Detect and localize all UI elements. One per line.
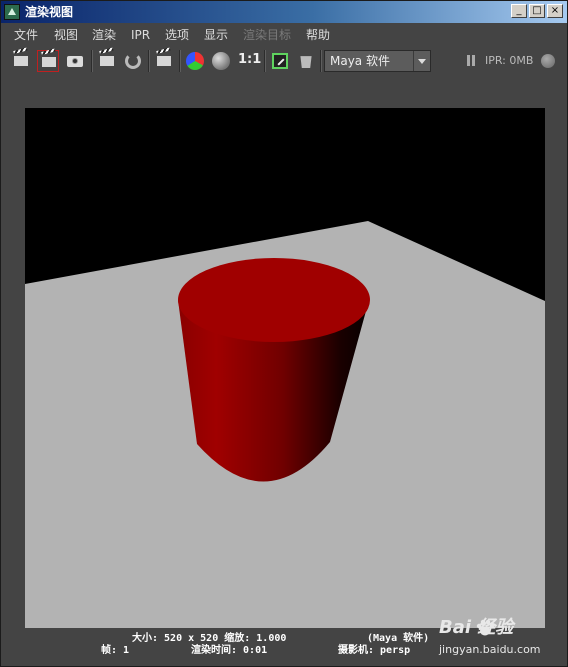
snapshot-camera-icon[interactable] xyxy=(64,50,86,72)
close-button[interactable]: × xyxy=(547,4,563,18)
toolbar: 1:1 Maya 软件 IPR: 0MB xyxy=(1,47,567,75)
toolbar-divider xyxy=(148,50,150,72)
title-bar[interactable]: 渲染视图 _ □ × xyxy=(1,1,567,23)
image-size-status: 大小: 520 x 520 缩放: 1.000 xyxy=(132,633,287,644)
toolbar-divider xyxy=(320,50,322,72)
window-controls: _ □ × xyxy=(511,4,563,18)
menu-render-target: 渲染目标 xyxy=(243,28,292,42)
renderer-dropdown[interactable]: Maya 软件 xyxy=(324,50,431,72)
renderer-dropdown-value: Maya 软件 xyxy=(330,54,390,68)
window-title: 渲染视图 xyxy=(25,5,74,19)
menu-options[interactable]: 选项 xyxy=(165,27,189,43)
toolbar-divider xyxy=(179,50,181,72)
paw-icon xyxy=(476,619,495,636)
alpha-channel-icon[interactable] xyxy=(210,50,232,72)
rgb-channels-icon[interactable] xyxy=(184,50,206,72)
render-view-window: 渲染视图 _ □ × 文件 视图 渲染 IPR 选项 显示 渲染目标 帮助 1:… xyxy=(0,0,568,667)
real-size-button[interactable]: 1:1 xyxy=(238,52,261,67)
menu-view[interactable]: 视图 xyxy=(54,27,78,43)
minimize-button[interactable]: _ xyxy=(511,4,527,18)
menu-render[interactable]: 渲染 xyxy=(92,27,116,43)
menu-ipr[interactable]: IPR xyxy=(131,27,150,43)
render-clapper-icon[interactable] xyxy=(10,50,32,72)
render-region-icon[interactable] xyxy=(37,50,59,72)
toolbar-divider xyxy=(91,50,93,72)
watermark-url: jingyan.baidu.com xyxy=(439,643,541,656)
render-settings-icon[interactable] xyxy=(153,50,175,72)
baidu-jingyan-watermark: Bai 经验 jingyan.baidu.com xyxy=(431,615,561,663)
camera-status: 摄影机: persp xyxy=(338,645,411,656)
remove-image-icon[interactable] xyxy=(295,50,317,72)
cylinder-top xyxy=(178,258,370,342)
ipr-memory-label: IPR: 0MB xyxy=(485,54,534,67)
maya-app-icon xyxy=(4,4,20,20)
menu-file[interactable]: 文件 xyxy=(14,27,38,43)
menu-help[interactable]: 帮助 xyxy=(306,27,330,43)
chevron-down-icon xyxy=(413,51,430,71)
frame-status: 帧: 1 xyxy=(101,645,130,656)
menu-bar: 文件 视图 渲染 IPR 选项 显示 渲染目标 帮助 xyxy=(1,24,567,46)
render-image[interactable] xyxy=(25,108,545,628)
maximize-button[interactable]: □ xyxy=(529,4,545,18)
toolbar-divider xyxy=(264,50,266,72)
pause-icon[interactable] xyxy=(467,55,475,66)
refresh-icon[interactable] xyxy=(122,50,144,72)
renderer-status: (Maya 软件) xyxy=(367,633,430,644)
rendered-scene xyxy=(25,108,545,628)
render-time-status: 渲染时间: 0:01 xyxy=(191,645,268,656)
ipr-clapper-icon[interactable] xyxy=(96,50,118,72)
ipr-status-indicator-icon xyxy=(541,54,555,68)
keep-image-icon[interactable] xyxy=(269,50,291,72)
menu-display[interactable]: 显示 xyxy=(204,27,228,43)
